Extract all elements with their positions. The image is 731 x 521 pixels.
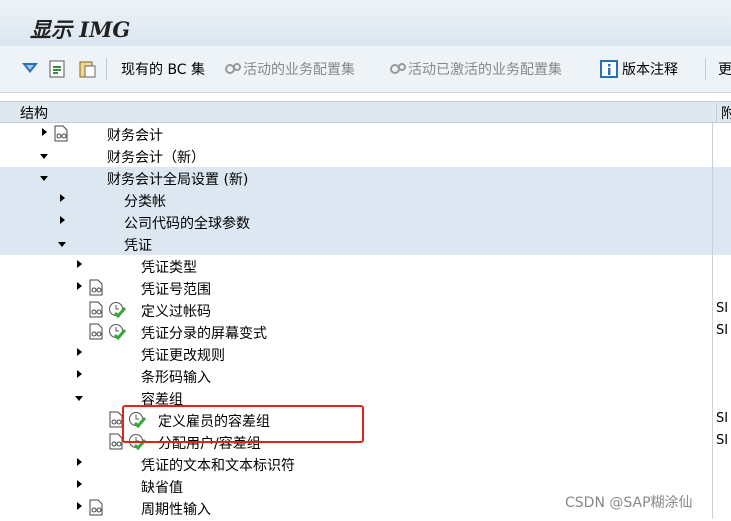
execute-activity-icon[interactable] [108,301,126,319]
right-column-cell [712,343,731,365]
right-column-cell [712,145,731,167]
documentation-icon[interactable] [89,499,103,516]
tree-row[interactable]: 凭证类型 [0,255,731,277]
tree-node-label[interactable]: 凭证分录的屏幕变式 [141,323,267,343]
right-column-cell [712,475,731,497]
documentation-icon[interactable] [109,411,123,428]
tree-row[interactable]: 分类帐 [0,189,731,211]
tree-node-label[interactable]: 财务会计 [107,125,163,145]
right-column-cell [712,387,731,409]
tree-node-label[interactable]: 缺省值 [141,477,183,497]
tree-node-label[interactable]: 财务会计全局设置 (新) [107,169,248,189]
tree-row[interactable]: 财务会计（新） [0,145,731,167]
tree-node-label[interactable]: 凭证号范围 [141,279,211,299]
tree-node-label[interactable]: 凭证类型 [141,257,197,277]
documentation-icon[interactable] [109,433,123,450]
collapse-node-icon[interactable] [40,154,48,159]
tree-node-label[interactable]: 凭证更改规则 [141,345,225,365]
tree-row[interactable]: 凭证 [0,233,731,255]
right-column-cell [712,497,731,519]
documentation-icon[interactable] [89,323,103,340]
expand-node-icon[interactable] [77,458,82,466]
expand-node-icon[interactable] [42,128,47,136]
page-title: 显示 IMG [30,17,131,42]
tree-node-label[interactable]: 定义过帐码 [141,301,211,321]
tree-node-label[interactable]: 财务会计（新） [107,147,205,167]
right-column-cell [712,277,731,299]
tree-row[interactable]: 条形码输入 [0,365,731,387]
right-column-cell [712,123,731,145]
info-icon [600,60,618,78]
expand-node-icon[interactable] [60,194,65,202]
expand-node-icon[interactable] [77,348,82,356]
tree-node-label[interactable]: 周期性输入 [141,499,211,519]
execute-activity-icon[interactable] [108,323,126,341]
collapse-node-icon[interactable] [40,176,48,181]
tree-row[interactable]: 定义过帐码 SI [0,299,731,321]
right-column-cell [712,453,731,475]
right-column-cell [712,189,731,211]
expand-node-icon[interactable] [60,216,65,224]
bc-set-icon [390,63,406,74]
tree-row[interactable]: 财务会计 [0,123,731,145]
right-column-value: SI [716,301,729,316]
tree-node-label[interactable]: 凭证 [124,235,152,255]
documentation-icon[interactable] [89,301,103,318]
expand-subtree-icon[interactable] [20,57,40,81]
collapse-node-icon[interactable] [75,396,83,401]
tree-node-label[interactable]: 凭证的文本和文本标识符 [141,455,295,475]
title-bar: 显示 IMG [0,0,731,47]
right-column-header[interactable]: 附 [716,103,731,123]
right-column-cell [712,255,731,277]
tree-node-label[interactable]: 公司代码的全球参数 [124,213,250,233]
release-notes-label: 版本注释 [622,62,678,78]
activated-bc-button[interactable]: 活动已激活的业务配置集 [388,57,562,81]
tree-row[interactable]: 凭证的文本和文本标识符 [0,453,731,475]
activated-bc-label: 活动已激活的业务配置集 [408,62,562,78]
find-icon[interactable] [48,57,68,81]
structure-column-header[interactable]: 结构 [20,103,48,123]
expand-node-icon[interactable] [77,502,82,510]
toolbar-separator [106,58,107,80]
release-notes-button[interactable]: 版本注释 [599,57,678,81]
toolbar: 现有的 BC 集 活动的业务配置集 活动已激活的业务配置集 版本注释 更 [0,46,731,93]
existing-bc-button[interactable]: 现有的 BC 集 [121,57,205,81]
highlight-box [122,405,364,443]
documentation-icon[interactable] [89,279,103,296]
bc-set-icon [225,63,241,74]
tree-row[interactable]: 凭证号范围 [0,277,731,299]
expand-node-icon[interactable] [77,370,82,378]
expand-node-icon[interactable] [77,282,82,290]
right-column-value: SI [716,433,729,448]
tree-header: 结构 附 [0,101,731,123]
more-button[interactable]: 更 [718,57,731,81]
tree-row[interactable]: 公司代码的全球参数 [0,211,731,233]
expand-node-icon[interactable] [77,480,82,488]
right-column-cell [712,167,731,189]
watermark: CSDN @SAP糊涂仙 [565,495,693,511]
right-column-cell [712,365,731,387]
active-bc-button[interactable]: 活动的业务配置集 [223,57,355,81]
right-column-value: SI [716,323,729,338]
tree-row[interactable]: 凭证更改规则 [0,343,731,365]
tree-row[interactable]: 凭证分录的屏幕变式 SI [0,321,731,343]
right-column-value: SI [716,411,729,426]
right-column-cell [712,211,731,233]
tree-node-label[interactable]: 分类帐 [124,191,166,211]
collapse-node-icon[interactable] [58,242,66,247]
active-bc-label: 活动的业务配置集 [243,62,355,78]
documentation-icon[interactable] [54,125,68,142]
right-column-cell [712,233,731,255]
tree-node-label[interactable]: 条形码输入 [141,367,211,387]
clipboard-icon[interactable] [77,57,97,81]
tree-row[interactable]: 财务会计全局设置 (新) [0,167,731,189]
expand-node-icon[interactable] [77,260,82,268]
toolbar-separator [705,58,706,80]
